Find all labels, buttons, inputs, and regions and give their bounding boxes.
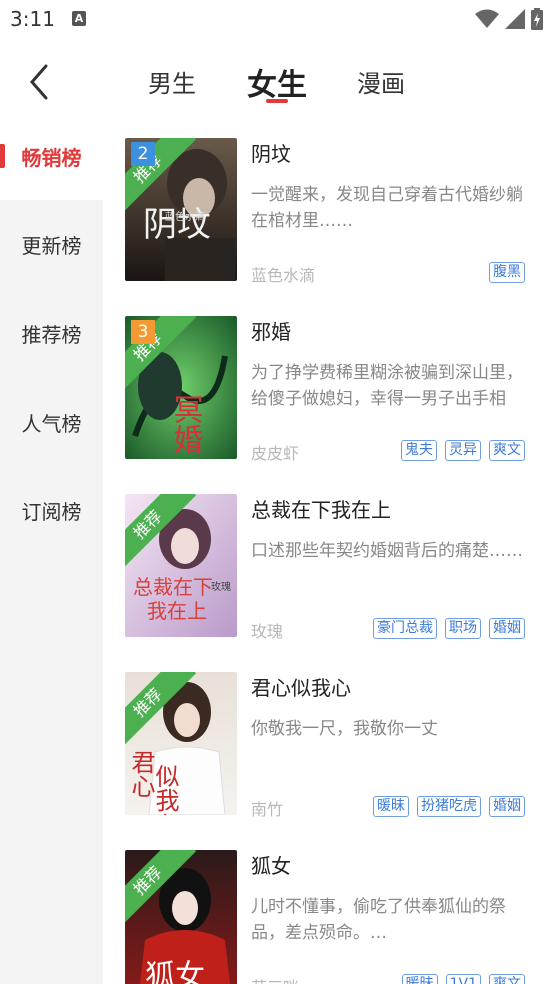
- sidebar-item-label: 人气榜: [21, 411, 82, 436]
- active-tab-indicator: [266, 99, 288, 103]
- top-nav: 男生 女生 漫画: [0, 50, 553, 112]
- cover-title: 阴坟: [143, 205, 211, 245]
- sidebar-item-subscribed[interactable]: 订阅榜: [0, 466, 103, 554]
- tag[interactable]: 暖昧: [373, 796, 409, 817]
- book-description: 为了挣学费稀里糊涂被骗到深山里，给傻子做媳妇，幸得一男子出手相救……: [251, 363, 523, 409]
- sidebar-item-label: 推荐榜: [21, 322, 82, 347]
- book-item[interactable]: 阴坟 蓝色水滴 推荐 2 阴坟 一觉醒来，发现自己穿着古代婚纱躺在棺材里…… 蓝…: [103, 112, 553, 290]
- book-cover: 总裁在下 我在上 玫瑰 推荐: [125, 494, 237, 637]
- tag[interactable]: 豪门总裁: [373, 618, 437, 639]
- chevron-left-icon: [30, 64, 48, 100]
- rank-badge: 3: [131, 320, 155, 344]
- book-item[interactable]: 君心 似我心 推荐 君心似我心 你敬我一尺，我敬你一丈 南竹 暖昧 扮猪吃虎 婚…: [103, 646, 553, 824]
- book-cover: 君心 似我心 推荐: [125, 672, 237, 815]
- sidebar-item-popular[interactable]: 人气榜: [0, 378, 103, 466]
- tag[interactable]: 婚姻: [489, 796, 525, 817]
- book-description: 你敬我一尺，我敬你一丈: [251, 719, 438, 739]
- active-marker: [0, 144, 5, 168]
- rank-badge: 2: [131, 142, 155, 166]
- tag[interactable]: 爽文: [489, 974, 525, 984]
- book-cover: 阴坟 蓝色水滴 推荐 2: [125, 138, 237, 281]
- book-description: 一觉醒来，发现自己穿着古代婚纱躺在棺材里……: [251, 185, 523, 231]
- tab-comics[interactable]: 漫画: [357, 64, 405, 99]
- battery-icon: [531, 8, 543, 30]
- sidebar-item-label: 畅销榜: [21, 145, 82, 170]
- book-author: 皮皮虾: [251, 444, 300, 463]
- book-author: 蓝色水滴: [251, 266, 316, 285]
- tag[interactable]: 1V1: [445, 974, 481, 984]
- sidebar-item-updated[interactable]: 更新榜: [0, 200, 103, 288]
- book-description: 儿时不懂事，偷吃了供奉狐仙的祭品，差点殒命。…: [251, 897, 506, 943]
- book-author: 玫瑰: [251, 622, 284, 641]
- book-item[interactable]: 狐女 推荐 狐女 儿时不懂事，偷吃了供奉狐仙的祭品，差点殒命。… 苏三咪 暖昧 …: [103, 824, 553, 984]
- wifi-icon: [475, 9, 499, 28]
- cover-author: 玫瑰: [211, 580, 231, 593]
- tag[interactable]: 职场: [445, 618, 481, 639]
- tag[interactable]: 腹黑: [489, 262, 525, 283]
- book-title: 邪婚: [251, 320, 291, 344]
- tag[interactable]: 婚姻: [489, 618, 525, 639]
- tab-male[interactable]: 男生: [148, 64, 196, 99]
- tag[interactable]: 暖昧: [401, 974, 438, 984]
- book-author: 南竹: [251, 800, 284, 819]
- cover-title: 冥婚: [168, 394, 203, 454]
- book-title: 总裁在下我在上: [251, 498, 391, 522]
- book-title: 狐女: [251, 854, 291, 878]
- cover-author: 蓝色水滴: [165, 210, 205, 223]
- book-item[interactable]: 总裁在下 我在上 玫瑰 推荐 总裁在下我在上 口述那些年契约婚姻背后的痛楚…… …: [103, 468, 553, 646]
- signal-icon: [505, 9, 525, 29]
- book-tags: 腹黑: [489, 262, 525, 283]
- book-author: 苏三咪: [251, 974, 299, 984]
- book-tags: 暖昧 1V1 爽文: [401, 974, 525, 984]
- back-button[interactable]: [22, 62, 58, 102]
- sidebar-item-label: 更新榜: [21, 233, 82, 258]
- sidebar-item-bestseller[interactable]: 畅销榜: [0, 112, 103, 200]
- tag[interactable]: 灵异: [445, 440, 481, 461]
- book-cover: 冥婚 推荐 3: [125, 316, 237, 459]
- status-icons: [475, 8, 543, 30]
- tag[interactable]: 爽文: [489, 440, 525, 461]
- sidebar-item-recommended[interactable]: 推荐榜: [0, 289, 103, 377]
- status-bar: 3:11 A: [0, 0, 553, 38]
- book-item[interactable]: 冥婚 推荐 3 邪婚 为了挣学费稀里糊涂被骗到深山里，给傻子做媳妇，幸得一男子出…: [103, 290, 553, 468]
- book-cover: 狐女 推荐: [125, 850, 237, 984]
- cover-title: 似我心: [151, 764, 179, 815]
- tag[interactable]: 鬼夫: [401, 440, 437, 461]
- cover-title: 总裁在下: [133, 575, 213, 599]
- book-tags: 鬼夫 灵异 爽文: [401, 440, 525, 461]
- status-time: 3:11: [10, 7, 55, 31]
- book-title: 君心似我心: [251, 676, 351, 700]
- book-tags: 暖昧 扮猪吃虎 婚姻: [373, 796, 525, 817]
- book-title: 阴坟: [251, 142, 291, 166]
- ranking-sidebar: 畅销榜 更新榜 推荐榜 人气榜 订阅榜: [0, 112, 103, 984]
- book-tags: 豪门总裁 职场 婚姻: [373, 618, 525, 639]
- book-description: 口述那些年契约婚姻背后的痛楚……: [251, 541, 523, 561]
- cover-title: 我在上: [147, 599, 207, 623]
- tab-female[interactable]: 女生: [247, 60, 307, 104]
- cover-title: 狐女: [145, 959, 205, 984]
- book-list: 阴坟 蓝色水滴 推荐 2 阴坟 一觉醒来，发现自己穿着古代婚纱躺在棺材里…… 蓝…: [103, 112, 553, 984]
- a-icon: A: [72, 11, 86, 26]
- tag[interactable]: 扮猪吃虎: [417, 796, 481, 817]
- sidebar-item-label: 订阅榜: [21, 499, 82, 524]
